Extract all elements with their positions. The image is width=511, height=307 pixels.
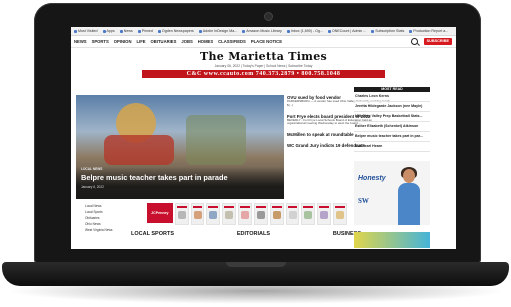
side-ad[interactable]: Honesty SW: [354, 161, 430, 225]
section-heading-editorials[interactable]: EDITORIALS: [237, 231, 270, 237]
section-links: Local News Local Sports Obituaries Ohio …: [85, 203, 135, 233]
bookmark-item[interactable]: Ogden Newspapers: [157, 29, 194, 33]
most-read-panel: MOST READ Charles Leon Kerns Jeretta Hil…: [354, 87, 430, 152]
bookmark-icon: [286, 29, 290, 33]
ad-product[interactable]: [222, 203, 237, 225]
bookmark-icon: [327, 29, 331, 33]
bookmark-item[interactable]: News: [119, 29, 133, 33]
ad-product[interactable]: [206, 203, 221, 225]
ad-product[interactable]: [269, 203, 284, 225]
ad-person-image: [396, 167, 422, 225]
bookmark-icon: [409, 29, 413, 33]
bookmark-icon: [74, 29, 77, 33]
ad-product[interactable]: [190, 203, 205, 225]
browser-screen: Most Visited Apps News Pinned Ogden News…: [71, 27, 456, 249]
bookmark-item[interactable]: Amazon Music Library: [242, 29, 282, 33]
bookmark-item[interactable]: Adobe InDesign Ma...: [198, 29, 237, 33]
shopping-ad-strip[interactable]: JCPenney: [147, 203, 347, 225]
jcpenney-logo[interactable]: JCPenney: [147, 203, 173, 223]
hero-headline[interactable]: Belpre music teacher takes part in parad…: [81, 173, 228, 182]
bookmark-icon: [242, 29, 246, 33]
parade-float: [186, 115, 246, 165]
most-read-item[interactable]: Belpre music teacher takes part in par..…: [354, 132, 430, 142]
most-read-item[interactable]: Charles Leon Kerns: [354, 92, 430, 102]
ad-headline: Honesty: [358, 175, 386, 182]
ad-product[interactable]: [174, 203, 189, 225]
bookmark-item[interactable]: Inbox (1,690) - Og...: [286, 29, 323, 33]
bookmark-icon: [198, 29, 202, 33]
ad-product[interactable]: [301, 203, 316, 225]
nav-item-news[interactable]: NEWS: [74, 39, 87, 44]
ad-product[interactable]: [317, 203, 332, 225]
site-nav: NEWS SPORTS OPINION LIFE OBITUARIES JOBS…: [71, 36, 456, 48]
ad-product[interactable]: [253, 203, 268, 225]
nav-item-life[interactable]: LIFE: [136, 39, 145, 44]
bookmark-icon: [137, 29, 141, 33]
nav-item-jobs[interactable]: JOBS: [181, 39, 192, 44]
ad-logo: SW: [358, 197, 369, 205]
section-heading-local-sports[interactable]: LOCAL SPORTS: [131, 231, 174, 237]
ad-product[interactable]: [333, 203, 347, 225]
masthead-title[interactable]: The Marietta Times: [71, 50, 456, 64]
top-banner-ad[interactable]: C&C www.ccauto.com 740.373.2879 • 800.75…: [142, 70, 385, 78]
bookmark-icon: [119, 29, 123, 33]
bookmark-item[interactable]: Subscription Stats: [371, 29, 404, 33]
dateline: January 06, 2022 | Today's Paper | Schoo…: [214, 64, 313, 68]
search-icon[interactable]: [411, 38, 418, 45]
nav-item-classifieds[interactable]: CLASSIFIEDS: [218, 39, 246, 44]
nav-item-opinion[interactable]: OPINION: [114, 39, 132, 44]
ad-product[interactable]: [238, 203, 252, 225]
section-link[interactable]: West Virginia News: [85, 227, 135, 233]
bookmark-icon: [102, 29, 106, 33]
bookmark-item[interactable]: Pinned: [137, 29, 153, 33]
nav-item-place-notice[interactable]: PLACE NOTICE: [251, 39, 282, 44]
hero-story[interactable]: LOCAL NEWS Belpre music teacher takes pa…: [76, 95, 284, 199]
parade-float: [104, 135, 174, 165]
most-read-item[interactable]: Mid-Ohio Valley Prep Basketball Stats...: [354, 112, 430, 122]
most-read-item[interactable]: Esther Elizabeth (Schenkel) Atkinson: [354, 122, 430, 132]
bookmark-icon: [371, 29, 375, 33]
hero-section-label: LOCAL NEWS: [81, 167, 103, 171]
section-headings: LOCAL SPORTS EDITORIALS BUSINESS: [131, 231, 361, 237]
ad-product[interactable]: [285, 203, 300, 225]
nav-item-obituaries[interactable]: OBITUARIES: [151, 39, 177, 44]
most-read-item[interactable]: Jeretta Hildegarde Jackson (nee Mayle): [354, 102, 430, 112]
subscribe-button[interactable]: SUBSCRIBE: [423, 38, 452, 45]
bookmark-icon: [157, 29, 161, 33]
most-read-item[interactable]: Eva Pearl Hearn: [354, 142, 430, 152]
bookmark-item[interactable]: ONECount | Admin ...: [327, 29, 366, 33]
nav-item-homes[interactable]: HOMES: [198, 39, 213, 44]
hero-gradient: [76, 167, 284, 199]
hero-date: January 6, 2022: [81, 185, 104, 189]
nav-item-sports[interactable]: SPORTS: [92, 39, 109, 44]
bookmark-item[interactable]: Apps: [102, 29, 115, 33]
bookmark-item[interactable]: Production Report a...: [409, 29, 448, 33]
laptop-hinge-notch: [226, 262, 286, 267]
bookmark-item[interactable]: Most Visited: [74, 29, 98, 33]
bottom-side-ad[interactable]: [354, 232, 430, 248]
webcam-icon: [264, 12, 273, 21]
bookmarks-bar: Most Visited Apps News Pinned Ogden News…: [71, 27, 456, 36]
